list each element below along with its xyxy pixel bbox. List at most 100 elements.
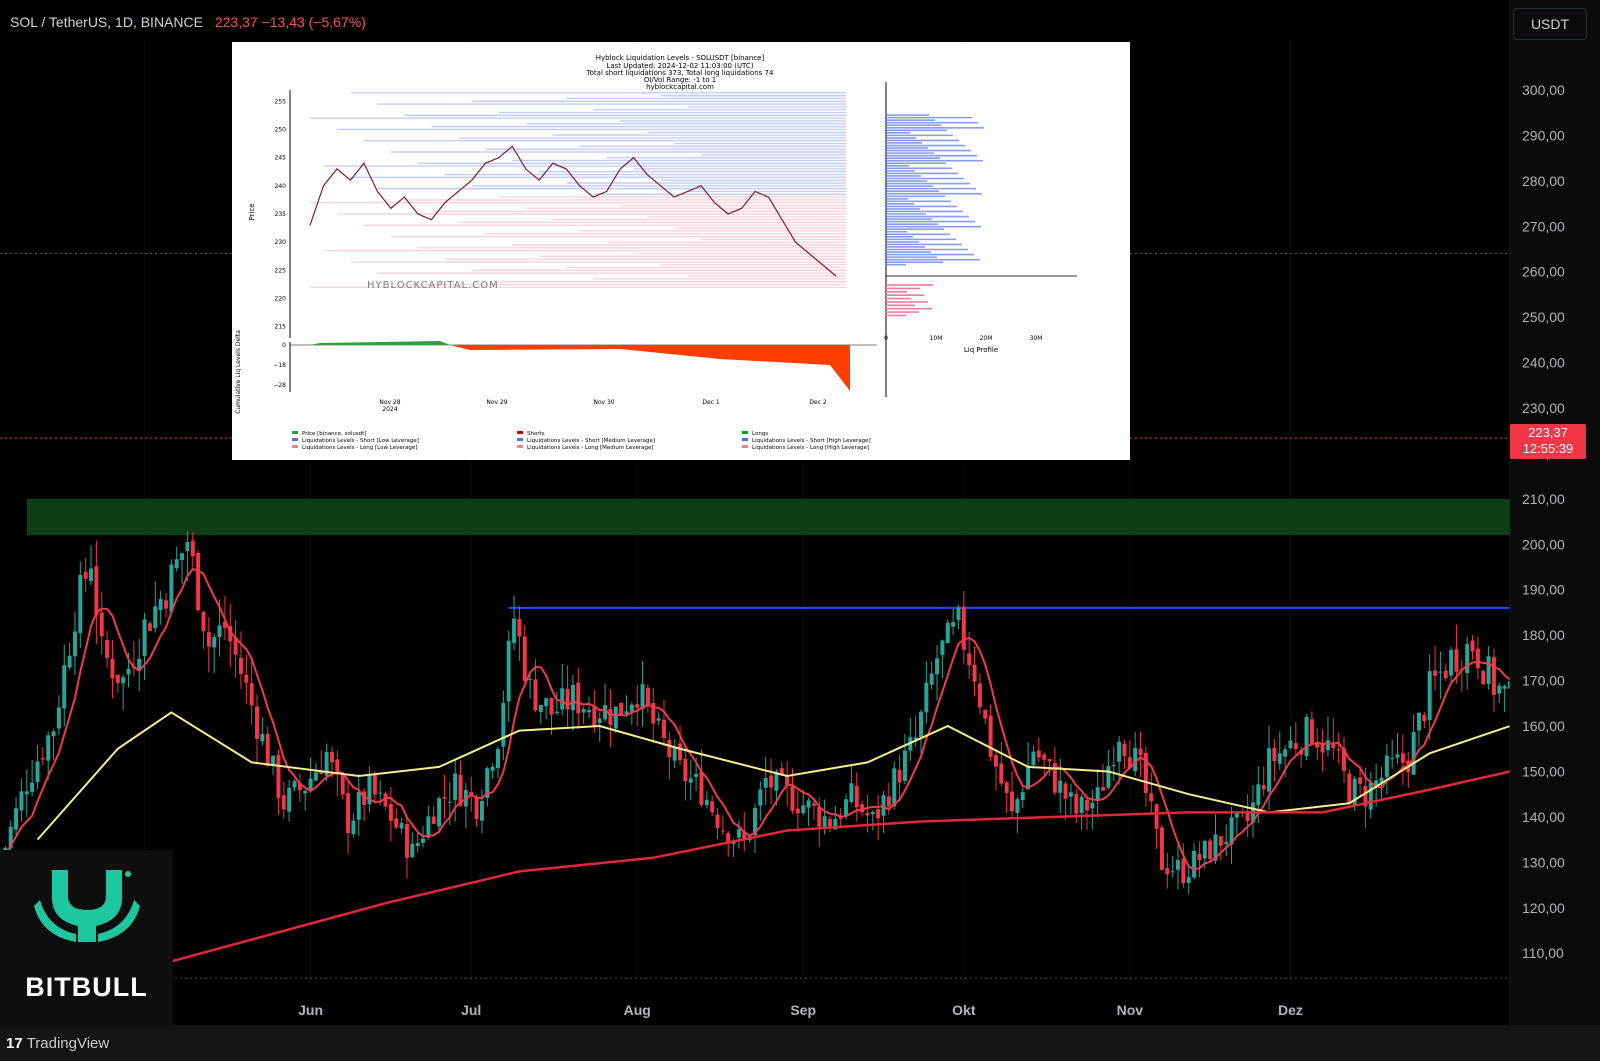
candle-body [346,793,351,833]
candle-body [629,704,634,712]
price-axis[interactable]: 110,00 120,00 130,00 140,00 150,00 160,00 170,… [1509,0,1600,1025]
candle-body [426,816,431,838]
candle-body [1384,755,1389,777]
candle-body [538,704,543,713]
candle-body [1192,850,1197,878]
inset-legend-swatch [517,445,523,448]
inset-legend-swatch [292,431,298,434]
candle-body [876,809,881,819]
time-tick-label: Sep [790,1002,816,1018]
inset-price-tick: 245 [275,155,287,162]
inset-profile-tick: 10M [930,335,943,342]
candle-body [1218,836,1223,846]
inset-delta-tick: 0 [282,342,286,349]
candle-body [281,795,286,810]
inset-legend-label: Liquidations Levels - Long [Low Leverage… [302,445,417,451]
candle-body [169,564,174,612]
inset-delta-tick: −28 [273,382,286,389]
inset-legend-swatch [292,445,298,448]
candle-body [1111,765,1116,767]
time-axis[interactable]: MaiJunJulAugSepOktNovDez [133,1002,1303,1018]
inset-watermark: HYBLOCKCAPITAL.COM [367,280,499,291]
candle-body [929,673,934,685]
candle-body [1068,792,1073,797]
price-tick-label: 190,00 [1522,582,1565,598]
candle-body [437,798,442,827]
inset-delta-tick: −18 [273,362,286,369]
candle-body [78,574,83,633]
candle-body [212,637,217,648]
candle-body [528,678,533,680]
candle-body [404,823,409,858]
candle-body [1288,740,1293,748]
price-tick-label: 150,00 [1522,763,1565,779]
candle-body [1491,656,1496,695]
candle-body [1438,671,1443,673]
candle-body [710,801,715,813]
candle-body [89,568,94,582]
candle-body [303,790,308,794]
candle-body [1449,650,1454,676]
candle-body [442,797,447,799]
candle-body [1106,766,1111,788]
candle-body [667,739,672,758]
candle-body [447,801,452,803]
candle-body [983,709,988,719]
candle-body [1202,841,1207,859]
tradingview-brand[interactable]: 17 TradingView [6,1035,109,1052]
price-tick-label: 210,00 [1522,491,1565,507]
candle-body [287,787,292,812]
inset-legend-swatch [517,431,523,434]
candle-body [1197,853,1202,861]
price-tick-label: 300,00 [1522,82,1565,98]
candle-body [1036,750,1041,758]
candle-body [763,778,768,788]
candle-body [431,816,436,824]
candle-body [1058,780,1063,793]
last-price-tag: 223,37 12:55:39 [1510,424,1586,459]
inset-price-tick: 235 [275,211,287,218]
candle-body [999,763,1004,784]
candle-body [1101,787,1106,791]
candle-body [185,541,190,552]
price-tick-label: 280,00 [1522,173,1565,189]
candle-body [399,823,404,829]
candle-body [597,718,602,724]
price-tick-label: 240,00 [1522,355,1565,371]
candle-body [512,618,517,643]
candle-body [453,773,458,801]
candle-body [1159,827,1164,870]
candle-body [1465,643,1470,674]
candle-body [1004,782,1009,793]
candle-body [613,706,618,729]
candle-body [1015,799,1020,813]
candle-body [72,631,77,657]
candle-body [1272,748,1277,762]
candle-body [244,674,249,683]
inset-price-tick: 255 [275,98,287,105]
inset-price-tick: 225 [275,267,287,274]
candle-body [736,829,741,838]
price-tick-label: 130,00 [1522,854,1565,870]
candle-body [201,611,206,632]
candle-body [1047,759,1052,762]
inset-legend-swatch [742,431,748,434]
candle-body [844,799,849,817]
candle-body [110,658,115,679]
currency-button[interactable]: USDT [1513,8,1587,40]
candle-body [329,752,334,763]
inset-legend-label: Liquidations Levels - Short [Medium Leve… [527,438,655,444]
candle-body [1090,802,1095,809]
candle-body [1031,751,1036,766]
candle-body [522,636,527,681]
time-tick-label: Dez [1278,1002,1303,1018]
bar-countdown: 12:55:39 [1522,441,1574,456]
bitbull-logo: BITBULL [0,850,173,1025]
inset-legend-label: Liquidations Levels - Long [High Leverag… [752,445,869,451]
liquidation-levels-inset: Hyblock Liquidation Levels - SOLUSDT [bi… [232,42,1130,460]
candle-body [308,778,313,791]
inset-delta-positive [310,341,450,345]
candle-body [785,776,790,785]
candle-body [62,665,67,709]
candle-body [678,743,683,761]
